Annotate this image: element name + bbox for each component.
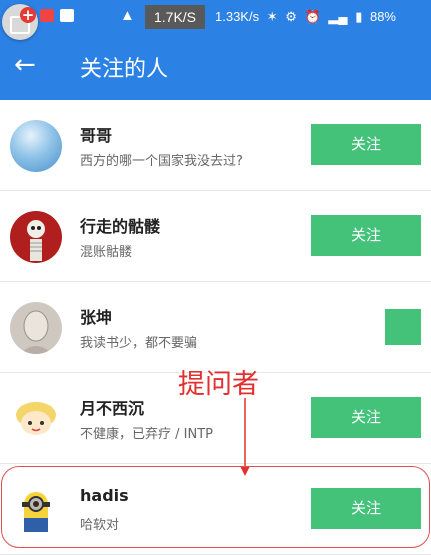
user-name[interactable]: 哥哥 [80, 122, 112, 146]
status-bar: ▲ 1.7K/S 1.33K/s ✶ ⚙ ⏰ ▂▄ ▮ 88% [0, 0, 431, 34]
back-arrow-icon[interactable]: ← [14, 49, 36, 81]
settings-icon: ⚙ [285, 9, 297, 24]
annotation-highlight-box [1, 466, 430, 548]
net-speed: 1.33K/s [215, 9, 260, 24]
battery-level: 88% [369, 9, 396, 24]
alarm-icon: ⏰ [304, 9, 321, 24]
follow-button[interactable]: 关注 [311, 124, 421, 165]
bluetooth-icon: ✶ [266, 9, 278, 24]
battery-icon: ▮ [355, 9, 363, 24]
app-bar: ← 关注的人 [0, 34, 431, 100]
list-item[interactable]: 哥哥 西方的哪一个国家我没去过? 关注 [0, 100, 431, 191]
page-title: 关注的人 [80, 57, 169, 82]
user-bio: 混账骷髅 [80, 245, 133, 260]
annotation-label: 提问者 [178, 369, 259, 400]
status-right: 1.33K/s ✶ ⚙ ⏰ ▂▄ ▮ 88% [215, 0, 400, 34]
skeleton-icon [27, 220, 45, 261]
avatar[interactable] [10, 302, 62, 354]
follow-button[interactable]: 关注 [311, 397, 421, 438]
plus-icon: + [20, 6, 36, 24]
list-item[interactable]: 行走的骷髅 混账骷髅 关注 [0, 191, 431, 282]
user-bio: 我读书少，都不要骗 [80, 336, 198, 351]
user-bio: 西方的哪一个国家我没去过? [80, 154, 243, 169]
user-name[interactable]: 张坤 [80, 304, 112, 328]
avatar[interactable] [10, 211, 62, 263]
qq-icon [60, 9, 74, 22]
user-bio: 不健康，已弃疗 / INTP [80, 427, 213, 442]
notification-icon [40, 9, 54, 22]
signal-icon: ▂▄ [328, 9, 348, 24]
user-name[interactable]: 月不西沉 [80, 395, 144, 419]
avatar[interactable] [10, 120, 62, 172]
net-speed-box: 1.7K/S [145, 5, 205, 29]
list-item[interactable]: 张坤 我读书少，都不要骗 [0, 282, 431, 373]
cartoon-face-icon [16, 402, 56, 435]
wifi-icon: ▲ [120, 7, 135, 24]
portrait-icon [20, 310, 52, 354]
avatar[interactable] [10, 393, 62, 445]
follow-button[interactable]: 关注 [311, 215, 421, 256]
floating-add-button[interactable]: + [2, 4, 38, 40]
user-name[interactable]: 行走的骷髅 [80, 213, 160, 237]
follow-button[interactable] [385, 309, 421, 345]
